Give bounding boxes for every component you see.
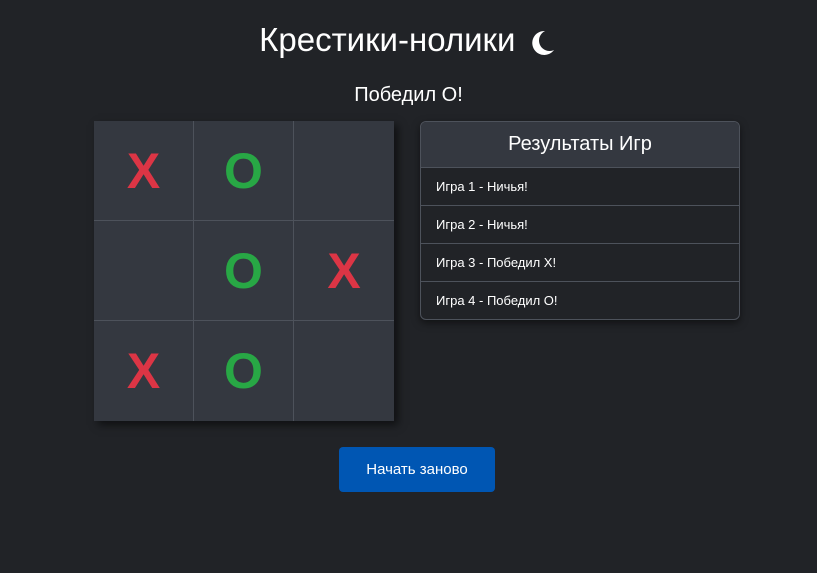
results-title: Результаты Игр	[421, 122, 739, 168]
results-panel: Результаты Игр Игра 1 - Ничья! Игра 2 - …	[420, 121, 740, 320]
result-item: Игра 2 - Ничья!	[421, 206, 739, 244]
result-item: Игра 1 - Ничья!	[421, 168, 739, 206]
board-cell[interactable]	[294, 321, 394, 421]
board-cell[interactable]	[94, 221, 194, 321]
board-cell[interactable]: O	[194, 121, 294, 221]
board-cell[interactable]: X	[94, 321, 194, 421]
moon-icon[interactable]	[524, 26, 558, 60]
game-board: X O O X X O	[94, 121, 394, 421]
result-item: Игра 3 - Победил X!	[421, 244, 739, 282]
board-cell[interactable]: X	[94, 121, 194, 221]
board-cell[interactable]	[294, 121, 394, 221]
result-item: Игра 4 - Победил O!	[436, 293, 558, 308]
board-cell[interactable]: O	[194, 321, 294, 421]
page-title: Крестики-нолики	[259, 21, 516, 58]
board-cell[interactable]: O	[194, 221, 294, 321]
board-cell[interactable]: X	[294, 221, 394, 321]
game-status: Победил O!	[354, 84, 463, 106]
restart-button[interactable]: Начать заново	[339, 447, 495, 492]
header: Крестики-нолики	[0, 20, 817, 60]
